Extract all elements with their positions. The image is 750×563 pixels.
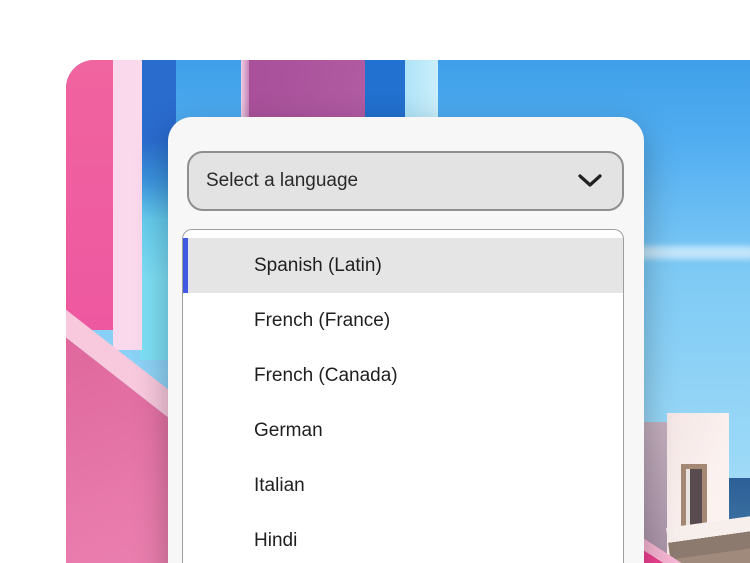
option-italian[interactable]: Italian xyxy=(183,458,623,513)
chevron-down-icon xyxy=(578,174,602,188)
option-spanish-latin[interactable]: Spanish (Latin) xyxy=(183,238,623,293)
language-select-label: Select a language xyxy=(206,170,358,192)
option-french-canada[interactable]: French (Canada) xyxy=(183,348,623,403)
language-select-button[interactable]: Select a language xyxy=(187,151,624,211)
photo-cyan-stripe xyxy=(405,60,438,122)
photo-blue-stripe xyxy=(365,60,405,122)
option-label: Spanish (Latin) xyxy=(254,255,382,277)
option-hindi[interactable]: Hindi xyxy=(183,513,623,563)
screen: Select a language Spanish (Latin) French… xyxy=(0,0,750,563)
language-selector-panel: Select a language Spanish (Latin) French… xyxy=(168,117,644,563)
language-listbox: Spanish (Latin) French (France) French (… xyxy=(182,229,624,563)
photo-light-pink-stripe xyxy=(113,60,142,350)
photo-hot-pink-stripe xyxy=(66,60,113,330)
option-german[interactable]: German xyxy=(183,403,623,458)
photo-purple-wall xyxy=(249,60,365,122)
option-label: French (Canada) xyxy=(254,365,398,387)
photo-purple-wall-edge xyxy=(241,60,249,122)
option-label: Italian xyxy=(254,475,305,497)
option-label: French (France) xyxy=(254,310,390,332)
option-label: Hindi xyxy=(254,530,297,552)
selected-accent-bar xyxy=(183,238,188,293)
option-label: German xyxy=(254,420,323,442)
option-french-france[interactable]: French (France) xyxy=(183,293,623,348)
